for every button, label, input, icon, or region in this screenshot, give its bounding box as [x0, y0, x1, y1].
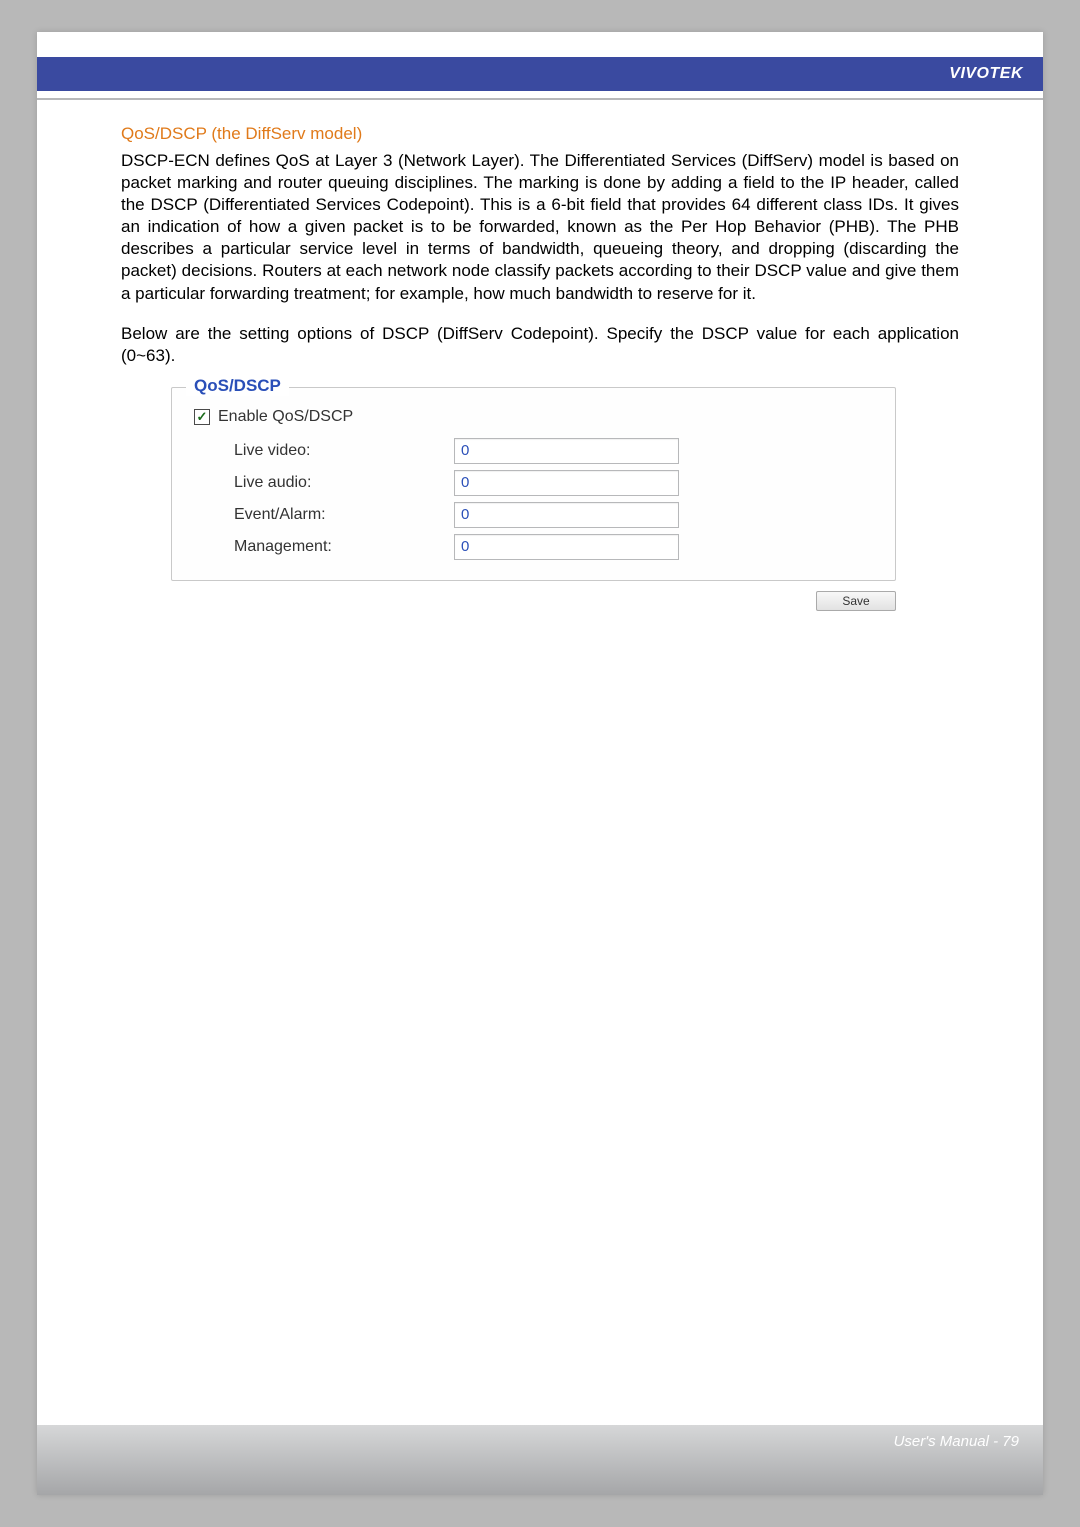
input-management[interactable] — [454, 534, 679, 560]
enable-row: Enable QoS/DSCP — [194, 408, 873, 426]
paragraph-1: DSCP-ECN defines QoS at Layer 3 (Network… — [121, 150, 959, 305]
save-button[interactable]: Save — [816, 591, 896, 611]
paragraph-2: Below are the setting options of DSCP (D… — [121, 323, 959, 367]
page-footer: User's Manual - 79 — [37, 1425, 1043, 1495]
input-event-alarm[interactable] — [454, 502, 679, 528]
brand-text: VIVOTEK — [949, 65, 1023, 82]
label-event-alarm: Event/Alarm: — [194, 506, 454, 524]
input-live-video[interactable] — [454, 438, 679, 464]
enable-qos-label: Enable QoS/DSCP — [218, 408, 353, 426]
section-title: QoS/DSCP (the DiffServ model) — [121, 124, 959, 144]
enable-qos-checkbox[interactable] — [194, 409, 210, 425]
footer-bg — [37, 1425, 1043, 1495]
save-row: Save — [171, 591, 896, 611]
row-live-audio: Live audio: — [194, 470, 873, 496]
label-management: Management: — [194, 538, 454, 556]
row-management: Management: — [194, 534, 873, 560]
row-event-alarm: Event/Alarm: — [194, 502, 873, 528]
label-live-video: Live video: — [194, 442, 454, 460]
brand-bar: VIVOTEK — [37, 57, 1043, 91]
input-live-audio[interactable] — [454, 470, 679, 496]
label-live-audio: Live audio: — [194, 474, 454, 492]
page: VIVOTEK QoS/DSCP (the DiffServ model) DS… — [37, 32, 1043, 1495]
footer-text: User's Manual - 79 — [894, 1433, 1019, 1450]
header-divider — [37, 98, 1043, 100]
fieldset-legend: QoS/DSCP — [186, 376, 289, 396]
row-live-video: Live video: — [194, 438, 873, 464]
content-area: QoS/DSCP (the DiffServ model) DSCP-ECN d… — [121, 124, 959, 611]
qos-dscp-panel: QoS/DSCP Enable QoS/DSCP Live video: Liv… — [171, 387, 896, 611]
qos-dscp-fieldset: QoS/DSCP Enable QoS/DSCP Live video: Liv… — [171, 387, 896, 581]
